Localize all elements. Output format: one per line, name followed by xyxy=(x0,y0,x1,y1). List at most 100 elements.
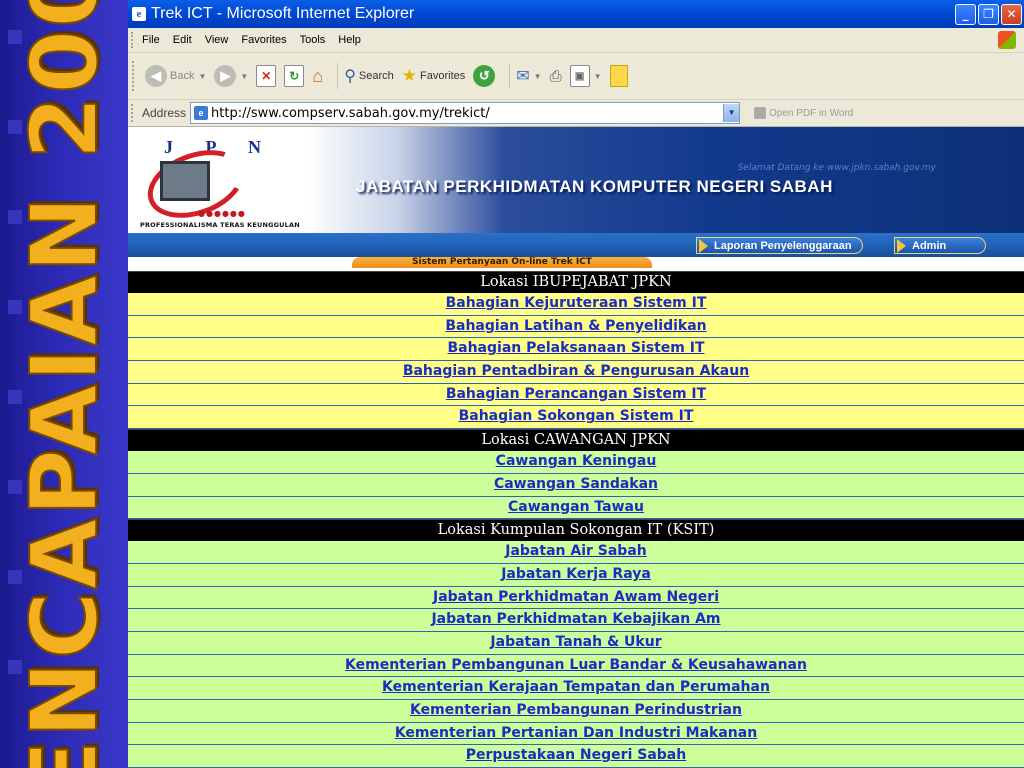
menu-view[interactable]: View xyxy=(205,34,229,46)
list-item: Jabatan Kerja Raya xyxy=(128,563,1024,587)
location-link[interactable]: Bahagian Sokongan Sistem IT xyxy=(459,408,694,424)
system-tab-strip: Sistem Pertanyaan On-line Trek ICT xyxy=(128,257,1024,268)
list-item: Jabatan Air Sabah xyxy=(128,541,1024,564)
list-item: Jabatan Perkhidmatan Awam Negeri xyxy=(128,586,1024,610)
list-item: Bahagian Pelaksanaan Sistem IT xyxy=(128,338,1024,362)
welcome-text: Selamat Datang ke www.jpkn.sabah.gov.my xyxy=(737,163,936,173)
url-text[interactable]: http://sww.compserv.sabah.gov.my/trekict… xyxy=(211,106,723,121)
forward-button[interactable]: ▶ ▼ xyxy=(214,65,248,87)
refresh-button[interactable]: ↻ xyxy=(284,65,305,87)
location-link[interactable]: Bahagian Pelaksanaan Sistem IT xyxy=(447,340,704,356)
location-link[interactable]: Jabatan Kerja Raya xyxy=(501,566,651,582)
location-link[interactable]: Bahagian Kejuruteraan Sistem IT xyxy=(446,295,707,311)
location-link[interactable]: Kementerian Pembangunan Luar Bandar & Ke… xyxy=(345,657,807,673)
location-link[interactable]: Jabatan Air Sabah xyxy=(505,543,646,559)
section-header: Lokasi IBUPEJABAT JPKN xyxy=(128,271,1024,293)
list-item: Cawangan Tawau xyxy=(128,496,1024,520)
back-button[interactable]: ◀ Back ▼ xyxy=(145,65,206,87)
edit-icon: ▣ xyxy=(569,65,590,87)
address-input[interactable]: e http://sww.compserv.sabah.gov.my/treki… xyxy=(190,102,741,124)
minimize-button[interactable]: _ xyxy=(955,3,976,25)
forward-arrow-icon: ▶ xyxy=(214,65,237,87)
slide-title: PENCAPAIAN 2006 xyxy=(10,0,119,768)
location-link[interactable]: Perpustakaan Negeri Sabah xyxy=(466,747,686,763)
menu-file[interactable]: File xyxy=(142,34,160,46)
list-item: Perpustakaan Negeri Sabah xyxy=(128,745,1024,768)
location-link[interactable]: Cawangan Tawau xyxy=(508,499,644,515)
edit-button[interactable]: ▣ ▼ xyxy=(569,65,602,87)
section-header: Lokasi Kumpulan Sokongan IT (KSIT) xyxy=(128,519,1024,542)
list-item: Bahagian Perancangan Sistem IT xyxy=(128,383,1024,407)
menu-tools[interactable]: Tools xyxy=(300,34,326,46)
arrow-icon xyxy=(699,238,708,253)
list-item: Jabatan Tanah & Ukur xyxy=(128,631,1024,655)
address-label: Address xyxy=(142,106,187,120)
arrow-icon xyxy=(897,238,906,253)
open-pdf-in-word-button[interactable]: Open PDF in Word xyxy=(754,107,853,119)
list-item: Cawangan Keningau xyxy=(128,451,1024,474)
logo-slogan: PROFESSIONALISMA TERAS KEUNGGULAN xyxy=(140,221,300,229)
location-link[interactable]: Bahagian Perancangan Sistem IT xyxy=(446,386,706,402)
stop-button[interactable]: ✕ xyxy=(256,65,277,87)
stop-icon: ✕ xyxy=(256,65,277,87)
site-banner: J P N ●●●●●● PROFESSIONALISMA TERAS KEUN… xyxy=(128,127,1024,233)
location-link[interactable]: Bahagian Latihan & Penyelidikan xyxy=(445,318,706,334)
favorites-button[interactable]: ★ Favorites xyxy=(402,66,466,86)
admin-link[interactable]: Admin xyxy=(894,237,986,254)
toolbar-grip[interactable] xyxy=(131,104,136,122)
dropdown-arrow-icon[interactable]: ▼ xyxy=(594,72,602,81)
location-link[interactable]: Kementerian Pertanian Dan Industri Makan… xyxy=(395,725,757,741)
list-item: Bahagian Sokongan Sistem IT xyxy=(128,406,1024,430)
title-bar[interactable]: e Trek ICT - Microsoft Internet Explorer… xyxy=(128,0,1024,28)
location-link[interactable]: Jabatan Perkhidmatan Awam Negeri xyxy=(433,589,719,605)
toolbar-separator xyxy=(337,63,339,89)
close-button[interactable]: ✕ xyxy=(1001,3,1022,25)
list-item: Cawangan Sandakan xyxy=(128,473,1024,497)
department-name: JABATAN PERKHIDMATAN KOMPUTER NEGERI SAB… xyxy=(356,177,833,196)
dropdown-arrow-icon[interactable]: ▼ xyxy=(198,72,206,81)
menu-edit[interactable]: Edit xyxy=(173,34,192,46)
menu-help[interactable]: Help xyxy=(338,34,361,46)
laporan-label: Laporan Penyelenggaraan xyxy=(714,239,852,252)
back-arrow-icon: ◀ xyxy=(145,65,167,87)
nav-strip: Laporan Penyelenggaraan Admin xyxy=(128,233,1024,257)
logo-dots: ●●●●●● xyxy=(198,209,246,218)
address-bar: Address e http://sww.compserv.sabah.gov.… xyxy=(128,100,1024,127)
dropdown-arrow-icon[interactable]: ▼ xyxy=(240,72,248,81)
location-link[interactable]: Kementerian Pembangunan Perindustrian xyxy=(410,702,742,718)
search-label: Search xyxy=(358,70,394,82)
location-link[interactable]: Kementerian Kerajaan Tempatan dan Peruma… xyxy=(382,679,770,695)
history-button[interactable]: ↺ xyxy=(473,65,496,87)
laporan-penyelenggaraan-link[interactable]: Laporan Penyelenggaraan xyxy=(696,237,863,254)
dropdown-arrow-icon[interactable]: ▼ xyxy=(534,72,542,81)
toolbar-grip[interactable] xyxy=(132,61,137,91)
standard-toolbar: ◀ Back ▼ ▶ ▼ ✕ ↻ ⌂ ⚲ Search ★ Favorites … xyxy=(128,53,1024,100)
menu-bar: File Edit View Favorites Tools Help xyxy=(128,28,1024,53)
home-icon: ⌂ xyxy=(312,65,324,86)
star-icon: ★ xyxy=(401,66,418,85)
list-item: Kementerian Pembangunan Perindustrian xyxy=(128,700,1024,723)
mail-button[interactable]: ✉ ▼ xyxy=(516,66,541,86)
printer-icon: ⎙ xyxy=(549,67,562,85)
menu-favorites[interactable]: Favorites xyxy=(241,34,286,46)
location-link[interactable]: Jabatan Tanah & Ukur xyxy=(490,634,661,650)
search-button[interactable]: ⚲ Search xyxy=(344,66,394,86)
address-dropdown-button[interactable]: ▼ xyxy=(723,104,740,122)
location-link[interactable]: Jabatan Perkhidmatan Kebajikan Am xyxy=(431,611,720,627)
list-item: Bahagian Pentadbiran & Pengurusan Akaun xyxy=(128,361,1024,384)
home-button[interactable]: ⌂ xyxy=(312,66,323,87)
location-link[interactable]: Cawangan Keningau xyxy=(496,453,657,469)
back-label: Back xyxy=(170,70,195,82)
section-header: Lokasi CAWANGAN JPKN xyxy=(128,429,1024,452)
location-link[interactable]: Bahagian Pentadbiran & Pengurusan Akaun xyxy=(403,363,749,379)
print-button[interactable]: ⎙ xyxy=(550,68,562,85)
list-item: Jabatan Perkhidmatan Kebajikan Am xyxy=(128,609,1024,632)
page-content: J P N ●●●●●● PROFESSIONALISMA TERAS KEUN… xyxy=(128,127,1024,768)
list-item: Kementerian Pertanian Dan Industri Makan… xyxy=(128,722,1024,746)
restore-button[interactable]: ❐ xyxy=(978,3,999,25)
history-icon: ↺ xyxy=(473,65,496,87)
browser-window: e Trek ICT - Microsoft Internet Explorer… xyxy=(128,0,1024,768)
notes-button[interactable] xyxy=(609,65,628,87)
toolbar-grip[interactable] xyxy=(131,32,136,48)
location-link[interactable]: Cawangan Sandakan xyxy=(494,476,658,492)
